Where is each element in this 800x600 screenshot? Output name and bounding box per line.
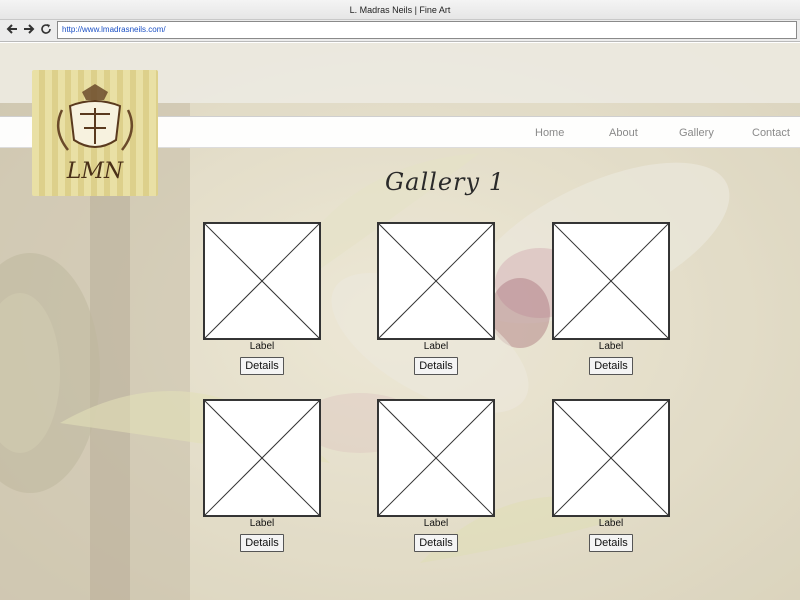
nav-about[interactable]: About (609, 117, 638, 149)
image-placeholder[interactable] (203, 222, 321, 340)
window-title-bar: L. Madras Neils | Fine Art (0, 0, 800, 20)
arrow-right-icon (24, 24, 35, 34)
arrow-left-icon (6, 24, 17, 34)
nav-contact[interactable]: Contact (752, 117, 790, 149)
gallery-item: Label Details (377, 222, 495, 375)
reload-button[interactable] (38, 22, 54, 38)
image-placeholder[interactable] (377, 222, 495, 340)
gallery-item: Label Details (203, 399, 321, 552)
window-title: L. Madras Neils | Fine Art (349, 5, 451, 15)
details-button[interactable]: Details (240, 357, 284, 375)
image-placeholder[interactable] (203, 399, 321, 517)
details-button[interactable]: Details (414, 534, 458, 552)
reload-icon (41, 24, 51, 34)
browser-toolbar: http://www.lmadrasneils.com/ (0, 20, 800, 42)
image-placeholder[interactable] (377, 399, 495, 517)
gallery-item: Label Details (377, 399, 495, 552)
gallery-item: Label Details (552, 399, 670, 552)
details-button[interactable]: Details (240, 534, 284, 552)
details-button[interactable]: Details (414, 357, 458, 375)
details-button[interactable]: Details (589, 534, 633, 552)
page-viewport: Home About Gallery Contact LMN Gallery 1… (0, 43, 800, 600)
details-button[interactable]: Details (589, 357, 633, 375)
gallery-item: Label Details (552, 222, 670, 375)
item-label: Label (598, 518, 624, 529)
item-label: Label (249, 341, 275, 352)
logo-monogram: LMN (66, 159, 124, 184)
item-label: Label (423, 341, 449, 352)
image-placeholder[interactable] (552, 222, 670, 340)
site-logo[interactable]: LMN (32, 70, 158, 196)
forward-button[interactable] (21, 22, 37, 38)
nav-home[interactable]: Home (535, 117, 564, 149)
url-text: http://www.lmadrasneils.com/ (62, 25, 166, 34)
crest-icon: LMN (56, 84, 134, 184)
gallery-item: Label Details (203, 222, 321, 375)
image-placeholder[interactable] (552, 399, 670, 517)
item-label: Label (249, 518, 275, 529)
item-label: Label (598, 341, 624, 352)
item-label: Label (423, 518, 449, 529)
back-button[interactable] (4, 22, 20, 38)
address-bar[interactable]: http://www.lmadrasneils.com/ (57, 21, 797, 39)
nav-gallery[interactable]: Gallery (679, 117, 714, 149)
page-title: Gallery 1 (385, 168, 505, 196)
